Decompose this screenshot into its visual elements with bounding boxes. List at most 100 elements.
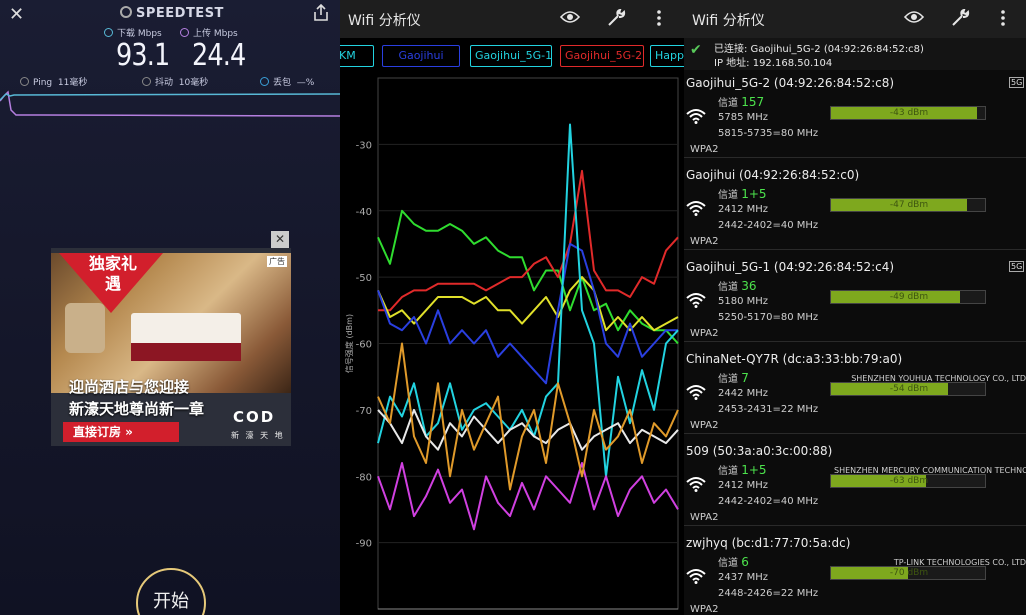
eye-icon[interactable] [559,9,581,29]
network-name: Gaojihui (04:92:26:84:52:c0) [686,168,860,182]
channel-number: 1+5 [741,187,767,201]
channel-label: 信道 [718,98,738,109]
eye-icon[interactable] [903,9,925,29]
signal-bar: -49 dBm [830,290,986,304]
channel-number: 157 [741,95,765,109]
signal-dbm: -54 dBm [889,384,929,394]
network-name: Gaojihui_5G-1 (04:92:26:84:52:c4) [686,260,895,274]
ad-ribbon-text: 独家礼遇 [88,254,137,293]
network-row[interactable]: Gaojihui_5G-1 (04:92:26:84:52:c4) 5G 信道 36… [684,256,1026,342]
ping-value: 11毫秒 [57,78,88,88]
y-tick-label: -80 [356,472,372,483]
loss-value: —% [296,78,315,88]
more-vert-icon[interactable] [656,9,662,29]
y-tick-label: -30 [356,140,372,151]
security-type: WPA2 [690,328,719,339]
jitter-icon [142,77,151,86]
channel-number: 36 [741,279,757,293]
ping-stat: Ping 11毫秒 [20,75,87,88]
security-type: WPA2 [690,236,719,247]
speedtest-brand: SPEEDTEST [120,6,224,21]
channel-info: 信道 1+5 [718,186,767,201]
network-name: Gaojihui_5G-2 (04:92:26:84:52:c8) [686,76,895,90]
y-tick-label: -90 [356,539,372,550]
wifi-signal-icon [686,109,706,124]
signal-dbm: -47 dBm [889,200,929,210]
book-now-button[interactable]: 直接订房 » [63,422,179,442]
ad-photo-throw [131,343,241,361]
network-row[interactable]: Gaojihui_5G-2 (04:92:26:84:52:c8) 5G 信道 15… [684,72,1026,158]
wifi-signal-icon [686,569,706,584]
wrench-icon[interactable] [606,8,626,29]
signal-dbm: -63 dBm [889,476,929,486]
channel-label: 信道 [718,558,738,569]
wifi-signal-icon [686,293,706,308]
network-name: 509 (50:3a:a0:3c:00:88) [686,444,833,458]
channel-label: 信道 [718,374,738,385]
channel-width: 5815-5735=80 MHz [718,128,819,139]
frequency: 2437 MHz [718,572,769,583]
y-tick-label: -60 [356,340,372,351]
channel-label: 信道 [718,282,738,293]
network-row[interactable]: zwjhyq (bc:d1:77:70:5a:dc) 信道 6 2437 MHz 24… [684,532,1026,615]
channel-info: 信道 6 [718,554,749,569]
y-tick-label: -70 [356,406,372,417]
upload-value: 24.4 [192,38,246,73]
signal-dbm: -70 dBm [889,568,929,578]
loss-label: 丢包 [273,78,292,88]
network-row[interactable]: 509 (50:3a:a0:3c:00:88) 信道 1+5 2412 MHz 244… [684,440,1026,526]
app-title: Wifi 分析仪 [348,13,421,29]
channel-info: 信道 1+5 [718,462,767,477]
ad-logo-sub: 新 濠 天 地 [231,431,285,440]
speedtest-panel: ✕ SPEEDTEST 下载 Mbps 上传 Mbps 93.1 24.4 Pi… [0,0,340,615]
tab-happ[interactable]: Happ [650,45,684,67]
y-tick-label: -40 [356,207,372,218]
band-badge: 5G [1009,261,1025,272]
download-icon [104,28,113,37]
connection-status: ✔ 已连接: Gaojihui_5G-2 (04:92:26:84:52:c8)… [684,38,1026,70]
network-row[interactable]: ChinaNet-QY7R (dc:a3:33:bb:79:a0) 信道 7 244… [684,348,1026,434]
ip-address: IP 地址: 192.168.50.104 [714,58,833,69]
channel-info: 信道 7 [718,370,749,385]
tab-gaojihui-5g-1[interactable]: Gaojihui_5G-1 [470,45,552,67]
frequency: 2412 MHz [718,204,769,215]
tab-gaojihui-5g-2[interactable]: Gaojihui_5G-2 [560,45,644,67]
y-axis-label: 信号强度 (dBm) [344,314,354,373]
share-icon[interactable] [313,4,329,22]
frequency: 5785 MHz [718,112,769,123]
jitter-stat: 抖动 10毫秒 [142,75,208,88]
network-row[interactable]: Gaojihui (04:92:26:84:52:c0) 信道 1+5 2412 M… [684,164,1026,250]
y-tick-label: -50 [356,273,372,284]
more-vert-icon[interactable] [1000,9,1006,29]
channel-width: 2442-2402=40 MHz [718,496,819,507]
hotel-ad[interactable]: 独家礼遇 广告 迎尚酒店与您迎接 新濠天地尊尚新一章 直接订房 » COD 新 … [51,248,291,446]
jitter-label: 抖动 [155,78,174,88]
start-button[interactable]: 开始 [136,568,206,615]
channel-width: 2442-2402=40 MHz [718,220,819,231]
ad-logo: COD [233,408,276,426]
signal-bar: -43 dBm [830,106,986,120]
security-type: WPA2 [690,604,719,615]
frequency: 2442 MHz [718,388,769,399]
ssid-tabs: KM Gaojihui Gaojihui_5G-1 Gaojihui_5G-2 … [340,42,684,70]
ad-close-button[interactable]: ✕ [271,231,289,248]
signal-dbm: -43 dBm [889,108,929,118]
ad-copy: 迎尚酒店与您迎接 新濠天地尊尚新一章 [69,376,204,420]
channel-width: 2453-2431=22 MHz [718,404,819,415]
frequency: 5180 MHz [718,296,769,307]
wrench-icon[interactable] [950,8,970,29]
channel-number: 7 [741,371,749,385]
check-icon: ✔ [690,42,702,58]
signal-bar: -54 dBm [830,382,986,396]
tab-gaojihui[interactable]: Gaojihui [382,45,460,67]
download-graph-line [0,93,340,101]
security-type: WPA2 [690,144,719,155]
wifi-analyzer-chart-panel: Wifi 分析仪 KM Gaojihui Gaojihui_5G-1 Gaoji… [340,0,684,615]
network-name: ChinaNet-QY7R (dc:a3:33:bb:79:a0) [686,352,903,366]
upload-icon [180,28,189,37]
channel-number: 6 [741,555,749,569]
tab-km[interactable]: KM [340,45,374,67]
app-title: Wifi 分析仪 [692,13,765,29]
close-icon[interactable]: ✕ [9,4,24,25]
signal-bar: -70 dBm [830,566,986,580]
